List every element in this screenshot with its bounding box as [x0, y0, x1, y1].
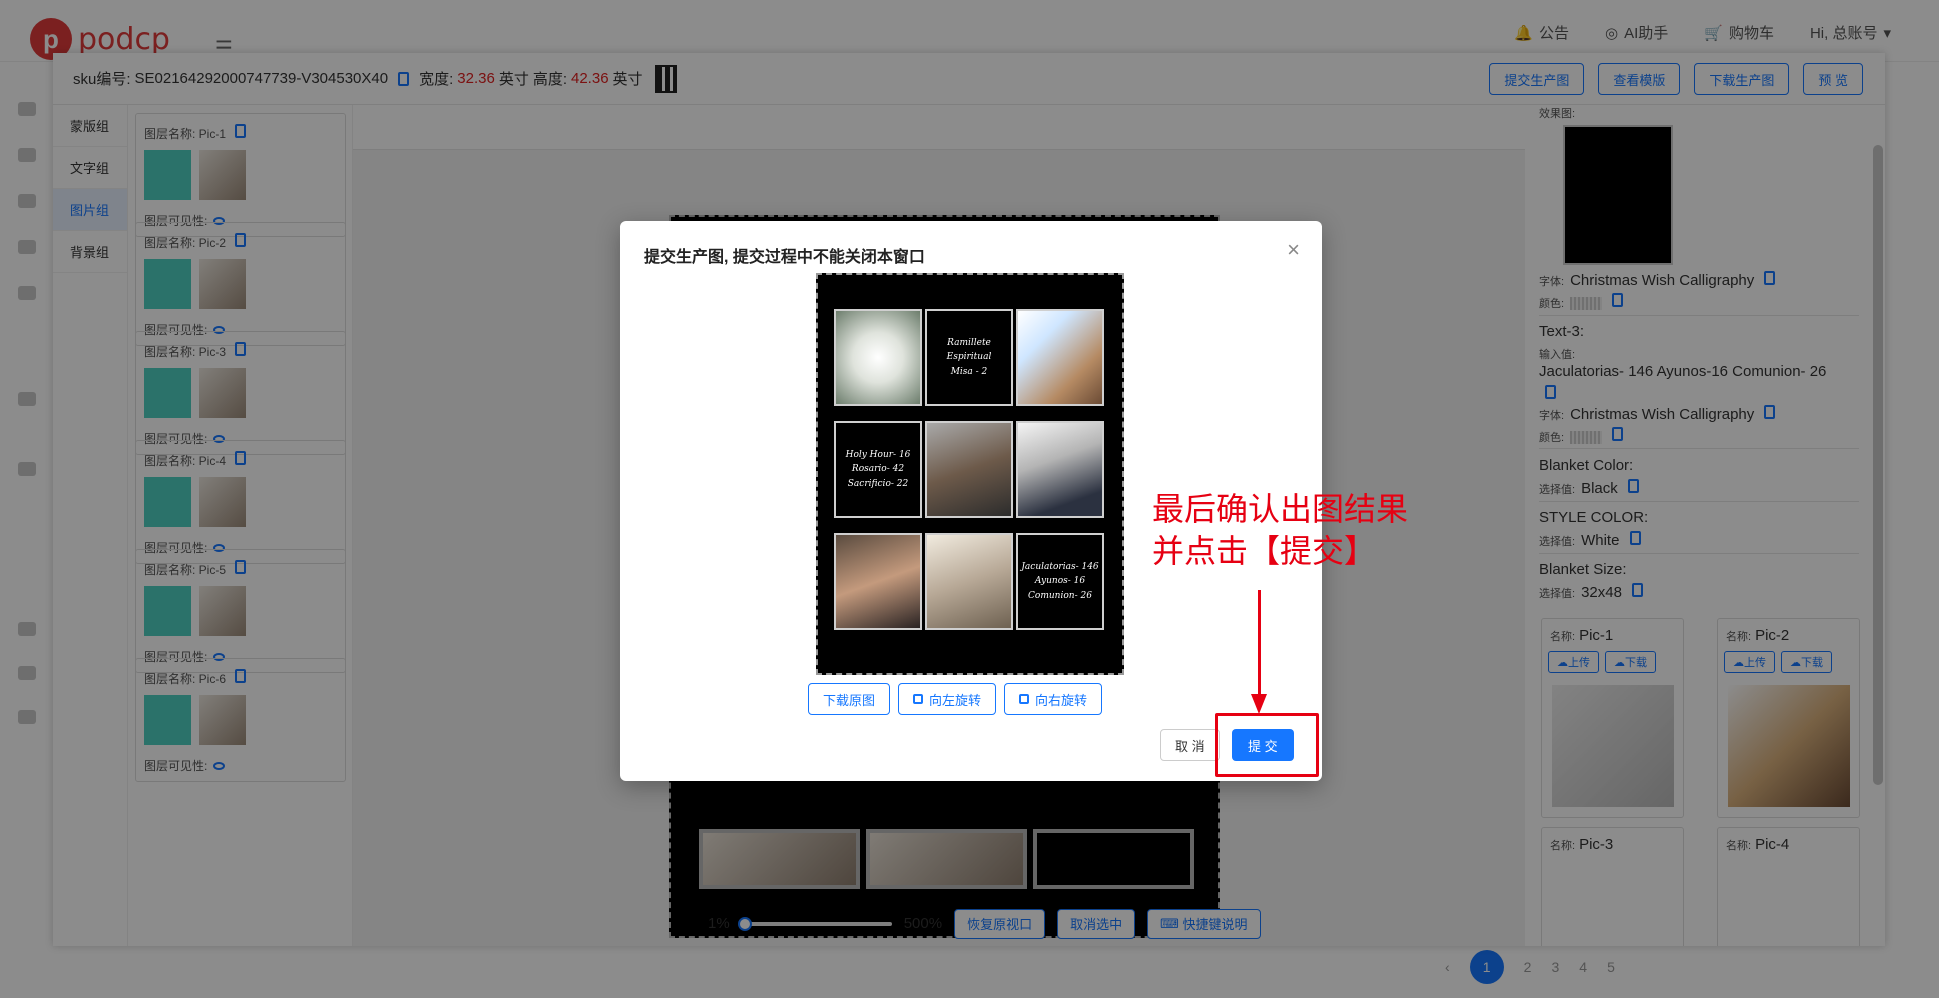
production-preview: Ramillete Espiritual Misa - 2 Holy Hour-… [816, 273, 1124, 675]
preview-grid: Ramillete Espiritual Misa - 2 Holy Hour-… [834, 309, 1104, 630]
dialog-title: 提交生产图, 提交过程中不能关闭本窗口 [644, 249, 925, 266]
preview-cell [1016, 421, 1104, 518]
rotate-right-icon [1019, 694, 1030, 704]
preview-cell [834, 309, 922, 406]
annotation-arrow [1258, 590, 1261, 700]
cancel-button[interactable]: 取 消 [1160, 729, 1220, 761]
preview-cell [1016, 309, 1104, 406]
preview-actions: 下载原图 向左旋转 向右旋转 [808, 683, 1103, 715]
preview-cell [834, 533, 922, 630]
rotate-right-button[interactable]: 向右旋转 [1004, 683, 1103, 715]
preview-cell: Ramillete Espiritual Misa - 2 [925, 309, 1013, 406]
rotate-left-button[interactable]: 向左旋转 [898, 683, 997, 715]
preview-cell: Jaculatorias- 146 Ayunos- 16 Comunion- 2… [1016, 533, 1104, 630]
annotation-highlight-box [1215, 713, 1319, 777]
annotation-text: 最后确认出图结果 并点击【提交】 [1152, 490, 1409, 570]
annotation-arrowhead [1251, 694, 1267, 714]
close-icon[interactable]: × [1287, 237, 1300, 263]
preview-cell [925, 533, 1013, 630]
download-original-button[interactable]: 下载原图 [808, 683, 891, 715]
preview-cell [925, 421, 1013, 518]
preview-cell: Holy Hour- 16 Rosario- 42 Sacrificio- 22 [834, 421, 922, 518]
rotate-left-icon [913, 694, 924, 704]
